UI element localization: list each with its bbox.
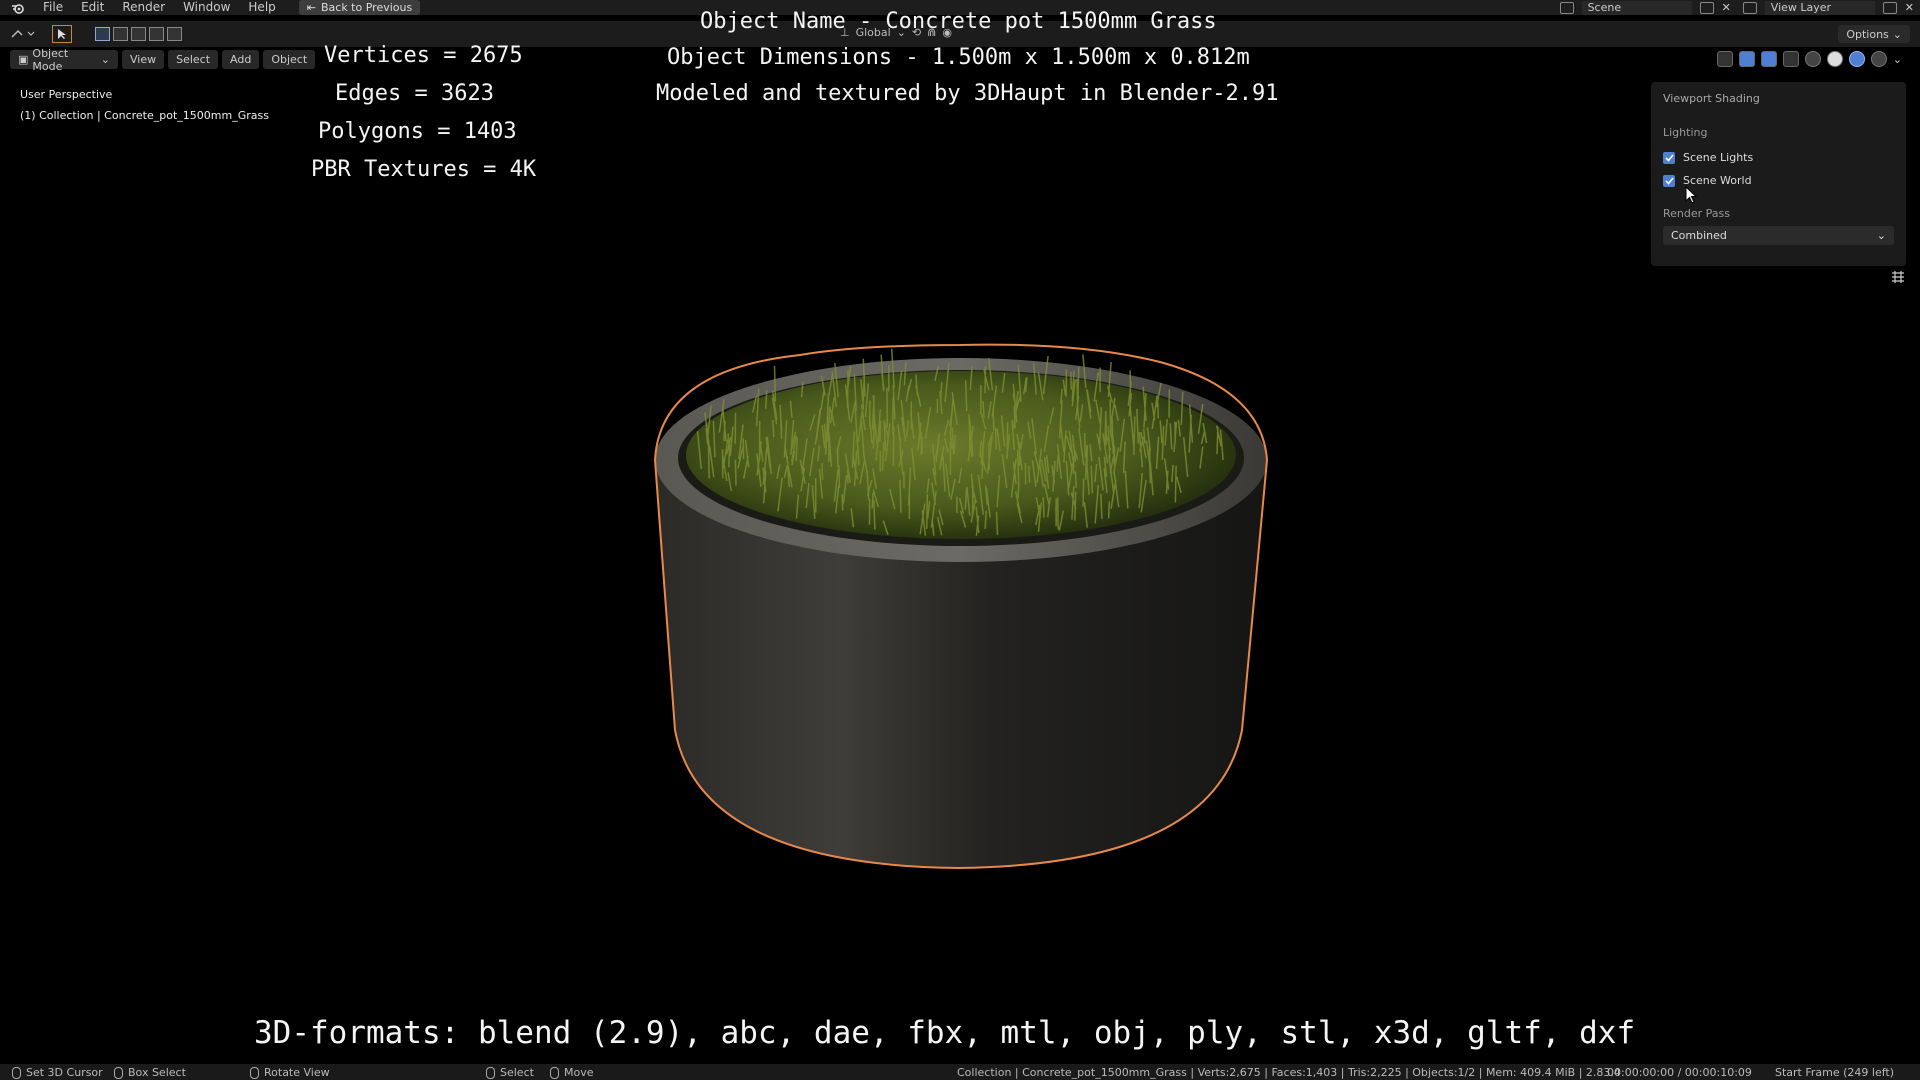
set-cursor-label: Set 3D Cursor	[26, 1066, 103, 1079]
render-pass-select[interactable]: Combined ⌄	[1663, 226, 1894, 245]
mouse-move-icon	[550, 1066, 559, 1079]
scene-world-toggle[interactable]: Scene World	[1663, 174, 1894, 187]
status-scene-stats: Collection | Concrete_pot_1500mm_Grass |…	[957, 1066, 1621, 1079]
status-rotate-view: Rotate View	[250, 1066, 330, 1079]
mouse-cursor-icon	[1685, 185, 1698, 208]
move-label: Move	[564, 1066, 594, 1079]
status-time: 00:00:00:00 / 00:00:10:09	[1607, 1066, 1752, 1079]
status-frame: Start Frame (249 left)	[1775, 1066, 1895, 1079]
status-set-cursor: Set 3D Cursor	[12, 1066, 103, 1079]
scene-lights-checkbox[interactable]	[1663, 151, 1675, 164]
popover-title: Viewport Shading	[1663, 92, 1760, 105]
chevron-down-icon: ⌄	[1876, 229, 1886, 242]
rotate-view-label: Rotate View	[264, 1066, 330, 1079]
status-box-select: Box Select	[114, 1066, 186, 1079]
mouse-left-icon	[12, 1066, 21, 1079]
grid-view-icon[interactable]	[1890, 269, 1906, 285]
box-select-label: Box Select	[128, 1066, 186, 1079]
scene-world-checkbox[interactable]	[1663, 174, 1675, 187]
render-pass-value: Combined	[1671, 229, 1727, 242]
lighting-section-label: Lighting	[1663, 126, 1708, 139]
status-move: Move	[550, 1066, 594, 1079]
status-select: Select	[486, 1066, 534, 1079]
concrete-pot-render[interactable]	[0, 0, 1920, 1080]
mouse-middle-icon	[250, 1066, 259, 1079]
render-pass-label: Render Pass	[1663, 207, 1730, 220]
viewport-shading-popover: Viewport Shading Lighting Scene Lights S…	[1651, 82, 1906, 266]
scene-lights-label: Scene Lights	[1683, 151, 1754, 164]
select-label: Select	[500, 1066, 534, 1079]
status-bar: Set 3D Cursor Box Select Rotate View Sel…	[0, 1064, 1920, 1080]
mouse-right-icon	[486, 1066, 495, 1079]
scene-lights-toggle[interactable]: Scene Lights	[1663, 151, 1894, 164]
mouse-drag-icon	[114, 1066, 123, 1079]
